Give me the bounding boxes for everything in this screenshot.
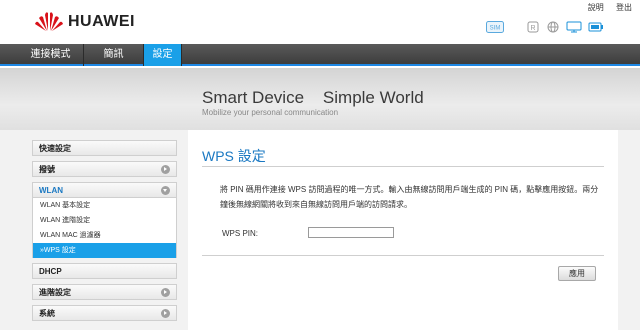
roaming-icon: R — [526, 21, 540, 33]
sidebar-item-quick-setup[interactable]: 快速設定 — [32, 140, 177, 156]
wps-description: 將 PIN 碼用作連接 WPS 訪問過程的唯一方式。輸入由無線訪問用戶端生成的 … — [220, 185, 599, 209]
tab-settings[interactable]: 設定 — [144, 44, 182, 66]
banner: Smart Device Simple World Mobilize your … — [0, 68, 640, 130]
sidebar-subitem-wlan-mac-filter[interactable]: WLAN MAC 過濾器 — [33, 228, 176, 243]
logout-link[interactable]: 登出 — [616, 3, 632, 12]
wps-pin-label: WPS PIN: — [222, 229, 259, 238]
apply-button[interactable]: 應用 — [558, 266, 596, 281]
brand-name: HUAWEI — [68, 13, 135, 30]
status-bar: SIM R — [486, 18, 604, 36]
sidebar-item-label: 撥號 — [39, 165, 55, 174]
sidebar-item-dialup[interactable]: 撥號 — [32, 161, 177, 177]
sidebar-item-label: WLAN — [39, 186, 63, 195]
sidebar-item-wlan[interactable]: WLAN — [32, 182, 177, 198]
chevron-down-icon — [161, 186, 170, 195]
sidebar-subitem-wlan-advanced[interactable]: WLAN 進階設定 — [33, 213, 176, 228]
main-content: WPS 設定 將 PIN 碼用作連接 WPS 訪問過程的唯一方式。輸入由無線訪問… — [188, 130, 618, 330]
globe-icon — [546, 21, 560, 33]
sidebar-item-advanced[interactable]: 進階設定 — [32, 284, 177, 300]
help-link[interactable]: 說明 — [588, 3, 604, 12]
sidebar-item-dhcp[interactable]: DHCP — [32, 263, 177, 279]
sim-icon: SIM — [486, 21, 504, 33]
tab-connection-mode[interactable]: 連接模式 — [18, 44, 84, 66]
form-divider — [202, 255, 604, 256]
sidebar-item-system[interactable]: 系統 — [32, 305, 177, 321]
sidebar-item-label: DHCP — [39, 267, 62, 276]
top-links: 說明 登出 — [578, 2, 632, 13]
huawei-logo-icon — [35, 12, 63, 32]
sidebar: 快速設定 撥號 WLAN WLAN 基本設定 WLAN 進階設定 WLAN MA… — [32, 140, 177, 326]
banner-title: Smart Device Simple World — [202, 88, 424, 107]
title-divider — [202, 166, 604, 167]
wlan-submenu: WLAN 基本設定 WLAN 進階設定 WLAN MAC 過濾器 »WPS 設定 — [32, 198, 177, 258]
page: HUAWEI 說明 登出 SIM R 連接模式 簡訊 設定 Smart Devi… — [0, 0, 640, 330]
roaming-label: R — [530, 25, 535, 32]
chevron-right-icon — [161, 165, 170, 174]
chevron-right-icon — [161, 288, 170, 297]
sidebar-item-label: 進階設定 — [39, 288, 71, 297]
banner-subtitle: Mobilize your personal communication — [202, 108, 339, 117]
battery-icon — [588, 21, 604, 33]
sidebar-subitem-wlan-basic[interactable]: WLAN 基本設定 — [33, 198, 176, 213]
monitor-icon — [566, 21, 582, 33]
sim-label: SIM — [490, 26, 501, 32]
page-title: WPS 設定 — [202, 148, 266, 164]
header: HUAWEI 說明 登出 SIM R — [0, 0, 640, 44]
tab-sms[interactable]: 簡訊 — [84, 44, 144, 66]
sidebar-item-label: 系統 — [39, 309, 55, 318]
chevron-right-icon — [161, 309, 170, 318]
wps-pin-input[interactable] — [308, 227, 394, 238]
sidebar-subitem-wps[interactable]: »WPS 設定 — [33, 243, 176, 258]
sidebar-item-label: 快速設定 — [39, 144, 71, 153]
main-nav: 連接模式 簡訊 設定 — [0, 44, 640, 66]
